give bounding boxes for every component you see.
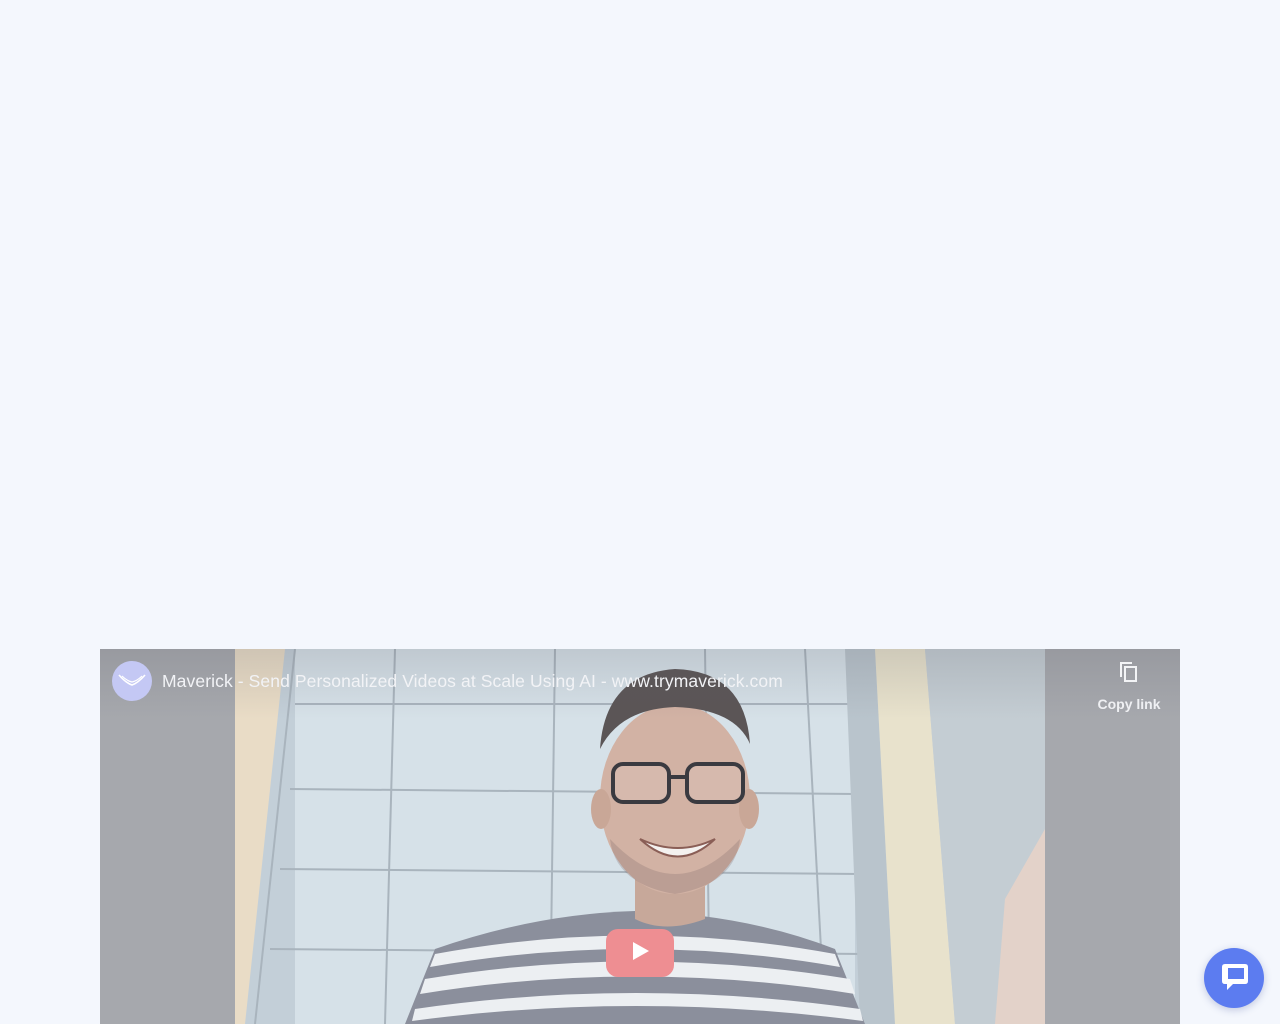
copy-link-label: Copy link: [1097, 696, 1161, 712]
maverick-logo-icon[interactable]: [112, 661, 152, 701]
video-embed[interactable]: Maverick - Send Personalized Videos at S…: [100, 649, 1180, 1024]
copy-link-button[interactable]: Copy link: [1090, 661, 1168, 712]
chat-bubble-icon: [1217, 959, 1251, 998]
copy-icon: [1118, 661, 1140, 690]
page: Maverick - Send Personalized Videos at S…: [0, 0, 1280, 1024]
play-button[interactable]: [606, 929, 674, 977]
chat-launcher-button[interactable]: [1204, 948, 1264, 1008]
video-title-link[interactable]: Maverick - Send Personalized Videos at S…: [162, 671, 783, 692]
play-icon: [630, 941, 650, 966]
